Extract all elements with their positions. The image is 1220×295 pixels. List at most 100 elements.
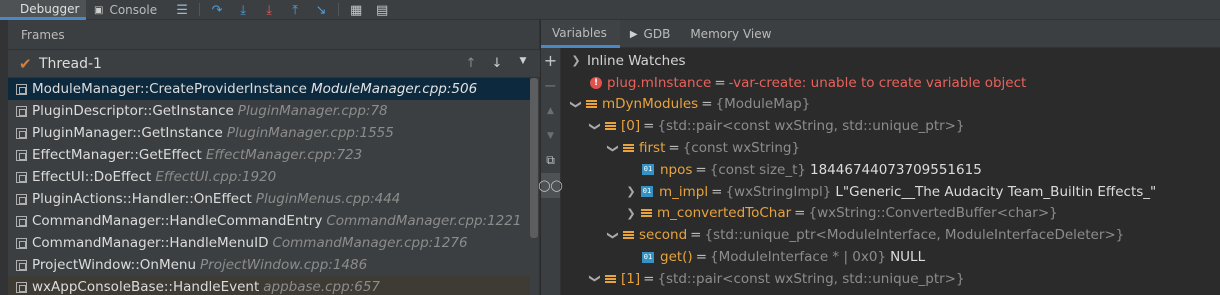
frame-item[interactable]: ModuleManager::CreateProviderInstance Mo… bbox=[8, 78, 530, 100]
variable-row[interactable]: ❯ mDynModules = {ModuleMap} bbox=[561, 94, 1220, 116]
frame-item[interactable]: EffectUI::DoEffect EffectUI.cpp:1920 bbox=[8, 166, 530, 188]
field-icon bbox=[605, 274, 616, 284]
equals-sign: = bbox=[711, 183, 723, 200]
variable-row[interactable]: ! plug.mInstance = -var-create: unable t… bbox=[561, 72, 1220, 94]
chevron-down-icon[interactable]: ▼ bbox=[510, 56, 536, 71]
step-out-icon[interactable]: ⤒ bbox=[282, 0, 308, 20]
variable-value: L"Generic__The Audacity Team_Builtin Eff… bbox=[835, 183, 1157, 200]
inline-watches-row[interactable]: ❯ Inline Watches bbox=[561, 50, 1220, 72]
frame-icon bbox=[16, 237, 27, 249]
frame-location: ProjectWindow.cpp:1486 bbox=[200, 257, 368, 273]
variables-panel: Variables ▶ GDB Memory View + − ▲ ▼ ⧉ ◯◯… bbox=[538, 20, 1220, 295]
plus-icon[interactable]: + bbox=[541, 48, 560, 73]
minus-icon[interactable]: − bbox=[541, 73, 560, 98]
frame-item[interactable]: ProjectWindow::OnMenu ProjectWindow.cpp:… bbox=[8, 254, 530, 276]
frame-item[interactable]: PluginDescriptor::GetInstance PluginMana… bbox=[8, 100, 530, 122]
frame-item[interactable]: PluginManager::GetInstance PluginManager… bbox=[8, 122, 530, 144]
frame-item[interactable]: EffectManager::GetEffect EffectManager.c… bbox=[8, 144, 530, 166]
frame-function: ModuleManager::CreateProviderInstance bbox=[32, 81, 307, 97]
variable-type: {ModuleMap} bbox=[715, 96, 811, 113]
force-step-into-icon[interactable]: ⤓ bbox=[256, 0, 282, 20]
thread-label: Thread-1 bbox=[39, 55, 102, 72]
variable-row[interactable]: ❯ [1] = {std::pair<const wxString, std::… bbox=[561, 268, 1220, 290]
frame-item[interactable]: PluginActions::Handler::OnEffect PluginM… bbox=[8, 188, 530, 210]
move-down-icon[interactable]: ▼ bbox=[541, 123, 560, 148]
frame-location: CommandManager.cpp:1276 bbox=[272, 235, 468, 251]
frame-icon bbox=[16, 281, 27, 293]
frame-function: PluginManager::GetInstance bbox=[32, 125, 223, 141]
tab-gdb-label: GDB bbox=[643, 27, 671, 41]
evaluate-icon[interactable]: ▦ bbox=[343, 0, 369, 20]
variable-row[interactable]: ❯ first = {const wxString} bbox=[561, 137, 1220, 159]
variable-value: NULL bbox=[890, 249, 926, 266]
frame-item[interactable]: CommandManager::HandleCommandEntry Comma… bbox=[8, 210, 530, 232]
field-icon bbox=[641, 208, 652, 218]
chevron-down-icon[interactable]: ❯ bbox=[607, 228, 620, 242]
tab-memory-view[interactable]: Memory View bbox=[680, 20, 781, 48]
variable-row[interactable]: ❯ m_convertedToChar = {wxString::Convert… bbox=[561, 203, 1220, 225]
frame-item[interactable]: wxAppConsoleBase::HandleEvent appbase.cp… bbox=[8, 276, 530, 295]
console-icon: ▣ bbox=[94, 4, 104, 16]
frame-icon bbox=[16, 193, 27, 205]
variable-name: m_convertedToChar bbox=[657, 205, 792, 222]
move-up-icon[interactable]: ▲ bbox=[541, 98, 560, 123]
variable-row[interactable]: 01 get() = {ModuleInterface * | 0x0} NUL… bbox=[561, 246, 1220, 268]
tab-debugger[interactable]: Debugger bbox=[0, 0, 86, 20]
primitive-icon: 01 bbox=[642, 251, 654, 263]
frame-function: EffectUI::DoEffect bbox=[32, 169, 152, 185]
copy-icon[interactable]: ⧉ bbox=[541, 148, 560, 173]
variable-value: 18446744073709551615 bbox=[810, 161, 982, 178]
variable-type: {std::pair<const wxString, std::unique_p… bbox=[657, 118, 965, 135]
variable-name: first bbox=[639, 140, 666, 157]
frame-location: PluginManager.cpp:1555 bbox=[226, 125, 394, 141]
toolbar-divider bbox=[199, 3, 201, 16]
variable-name: [0] bbox=[621, 118, 641, 135]
frame-function: CommandManager::HandleCommandEntry bbox=[32, 213, 323, 229]
frame-icon bbox=[16, 127, 27, 139]
tab-console-label: Console bbox=[109, 3, 158, 17]
table-icon[interactable]: ▤ bbox=[369, 0, 395, 20]
frames-scrollbar[interactable] bbox=[530, 78, 538, 238]
frames-list: ModuleManager::CreateProviderInstance Mo… bbox=[8, 78, 530, 295]
chevron-down-icon[interactable]: ❯ bbox=[607, 141, 620, 155]
variable-error: -var-create: unable to create variable o… bbox=[728, 74, 1027, 91]
frame-item[interactable]: CommandManager::HandleMenuID CommandMana… bbox=[8, 232, 530, 254]
chevron-right-icon[interactable]: ❯ bbox=[569, 54, 583, 67]
tab-console[interactable]: ▣ Console bbox=[86, 0, 169, 20]
tab-gdb[interactable]: ▶ GDB bbox=[620, 20, 680, 48]
frame-function: wxAppConsoleBase::HandleEvent bbox=[32, 279, 260, 295]
frame-function: ProjectWindow::OnMenu bbox=[32, 257, 197, 273]
frame-icon bbox=[16, 215, 27, 227]
variable-row[interactable]: ❯ second = {std::unique_ptr<ModuleInterf… bbox=[561, 224, 1220, 246]
variable-name: second bbox=[639, 227, 688, 244]
variable-type: {wxStringImpl} bbox=[725, 183, 832, 200]
equals-sign: = bbox=[695, 161, 707, 178]
frame-function: PluginDescriptor::GetInstance bbox=[32, 103, 234, 119]
arrow-up-icon[interactable]: ↑ bbox=[458, 56, 484, 71]
run-to-cursor-icon[interactable]: ↘ bbox=[308, 0, 334, 20]
step-over-icon[interactable]: ↷ bbox=[204, 0, 230, 20]
layout-icon[interactable]: ☰ bbox=[169, 0, 195, 20]
toolbar-divider bbox=[338, 3, 340, 16]
chevron-down-icon[interactable]: ❯ bbox=[589, 119, 602, 133]
chevron-down-icon[interactable]: ❯ bbox=[589, 272, 602, 286]
thread-selector[interactable]: ✔ Thread-1 ↑ ↓ ▼ bbox=[8, 50, 540, 78]
error-icon: ! bbox=[590, 76, 602, 89]
variable-row[interactable]: ❯ [0] = {std::pair<const wxString, std::… bbox=[561, 115, 1220, 137]
variable-type: {ModuleInterface * | 0x0} bbox=[710, 249, 887, 266]
chevron-down-icon[interactable]: ❯ bbox=[570, 97, 583, 111]
debug-toolbar: Debugger ▣ Console ☰ ↷ ⤓ ⤓ ⤒ ↘ ▦ ▤ bbox=[0, 0, 1220, 20]
variable-type: {const wxString} bbox=[682, 140, 801, 157]
variable-row[interactable]: 01 npos = {const size_t} 184467440737095… bbox=[561, 159, 1220, 181]
tab-variables[interactable]: Variables bbox=[541, 20, 620, 48]
step-into-icon[interactable]: ⤓ bbox=[230, 0, 256, 20]
frame-location: EffectUI.cpp:1920 bbox=[155, 169, 277, 185]
chevron-right-icon[interactable]: ❯ bbox=[624, 207, 638, 220]
frames-panel: Frames ✔ Thread-1 ↑ ↓ ▼ ModuleManager::C… bbox=[0, 20, 540, 295]
chevron-right-icon[interactable]: ❯ bbox=[624, 185, 638, 198]
frame-icon bbox=[16, 149, 27, 161]
variable-row[interactable]: ❯ 01 m_impl = {wxStringImpl} L"Generic__… bbox=[561, 181, 1220, 203]
arrow-down-icon[interactable]: ↓ bbox=[484, 56, 510, 71]
inline-watches-label: Inline Watches bbox=[587, 52, 686, 69]
glasses-icon[interactable]: ◯◯ bbox=[538, 173, 563, 198]
